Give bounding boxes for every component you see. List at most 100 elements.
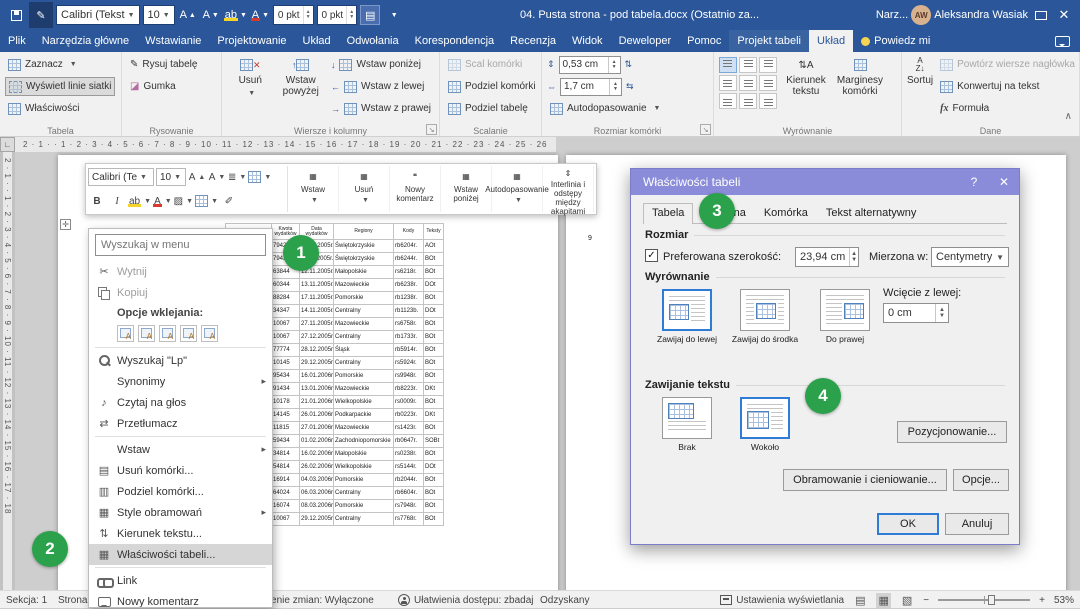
align-top-left-button[interactable] bbox=[719, 57, 737, 73]
shading-button[interactable]: ▨▼ bbox=[174, 192, 193, 210]
table-cell[interactable]: 16.02.2006r. bbox=[300, 448, 334, 461]
table-cell[interactable]: rs7948r. bbox=[394, 500, 424, 513]
dialog-close-button[interactable]: ✕ bbox=[989, 169, 1019, 195]
draw-table-button[interactable]: ✎Rysuj tabelę bbox=[127, 55, 200, 74]
table-cell[interactable]: 14145 bbox=[272, 409, 300, 422]
nowy-komentarz-button[interactable]: ❝Nowy komentarz bbox=[390, 166, 441, 212]
tab-widok[interactable]: Widok bbox=[564, 30, 611, 52]
select-button[interactable]: Zaznacz▼ bbox=[5, 55, 115, 74]
table-cell[interactable]: 16914 bbox=[272, 474, 300, 487]
table-cell[interactable]: 10067 bbox=[272, 318, 300, 331]
menu-item-wyszukaj-lp[interactable]: Wyszukaj "Lp" bbox=[89, 350, 272, 371]
table-cell[interactable]: 16074 bbox=[272, 500, 300, 513]
distribute-columns-icon[interactable]: ⇆ bbox=[626, 81, 634, 92]
sort-button[interactable]: AZ↓Sortuj bbox=[907, 55, 933, 123]
distribute-rows-icon[interactable]: ⇅ bbox=[625, 59, 633, 70]
shrink-font-button[interactable]: A▼ bbox=[208, 168, 226, 186]
cancel-button[interactable]: Anuluj bbox=[945, 513, 1009, 535]
table-cell[interactable]: DOt bbox=[424, 461, 444, 474]
menu-item-link[interactable]: Link bbox=[89, 570, 272, 591]
recovered-indicator[interactable]: Odzyskany bbox=[540, 591, 589, 609]
tab-układ[interactable]: Układ bbox=[295, 30, 339, 52]
table-cell[interactable]: rs0238r. bbox=[394, 448, 424, 461]
spinner-arrows-icon[interactable]: ▲▼ bbox=[303, 6, 313, 24]
table-cell[interactable]: Świętokrzyskie bbox=[334, 253, 394, 266]
merge-cells-button[interactable]: Scal komórki bbox=[445, 55, 539, 74]
table-cell[interactable]: Małopolskie bbox=[334, 266, 394, 279]
table-cell[interactable]: rb8223r. bbox=[394, 383, 424, 396]
table-cell[interactable]: Zachodniopomorskie bbox=[334, 435, 394, 448]
table-cell[interactable]: 95434 bbox=[272, 370, 300, 383]
spinner-arrows-icon[interactable]: ▲▼ bbox=[849, 248, 858, 266]
tab-odwołania[interactable]: Odwołania bbox=[339, 30, 407, 52]
table-cell[interactable]: Centralny bbox=[334, 513, 394, 526]
table-cell[interactable]: BOt bbox=[424, 266, 444, 279]
tab-układ[interactable]: Układ bbox=[809, 30, 853, 52]
table-cell[interactable]: rs0009r. bbox=[394, 396, 424, 409]
table-cell[interactable]: 01.02.2006r. bbox=[300, 435, 334, 448]
column-width-spinner[interactable]: 1,7 cm▲▼ bbox=[560, 78, 622, 96]
tab-powiedz-mi[interactable]: Powiedz mi bbox=[853, 30, 938, 52]
text-direction-button[interactable]: ⇅AKierunek tekstu bbox=[781, 55, 831, 123]
table-cell[interactable]: BOt bbox=[424, 513, 444, 526]
table-cell[interactable]: Centralny bbox=[334, 305, 394, 318]
qat-more-button[interactable]: ▼ bbox=[383, 5, 403, 25]
table-cell[interactable]: 10178 bbox=[272, 396, 300, 409]
table-cell[interactable]: rs6218r. bbox=[394, 266, 424, 279]
spinner-arrows-icon[interactable]: ▲▼ bbox=[935, 304, 948, 322]
grow-font-button[interactable]: A▲ bbox=[178, 5, 198, 25]
table-cell[interactable]: Mazowieckie bbox=[334, 318, 394, 331]
mini-font-size-select[interactable]: 10▼ bbox=[156, 168, 186, 186]
autofit-button[interactable]: Autodopasowanie▼ bbox=[547, 99, 663, 118]
ribbon-display-options-button[interactable] bbox=[1031, 5, 1051, 25]
split-cells-button[interactable]: Podziel komórki bbox=[445, 77, 539, 96]
zoom-slider[interactable] bbox=[938, 599, 1030, 601]
eraser-button[interactable]: ◪Gumka bbox=[127, 77, 200, 96]
table-cell[interactable]: rb5914r. bbox=[394, 344, 424, 357]
close-window-button[interactable]: ✕ bbox=[1054, 5, 1074, 25]
read-mode-icon[interactable]: ▤ bbox=[853, 593, 867, 608]
avatar[interactable]: AW bbox=[911, 5, 931, 25]
preferred-width-spinner[interactable]: 23,94 cm▲▼ bbox=[795, 247, 859, 267]
table-cell[interactable]: BOt bbox=[424, 253, 444, 266]
align-option-zawijaj-do-lewej[interactable]: Zawijaj do lewej bbox=[649, 289, 725, 344]
collapse-ribbon-icon[interactable]: ∧ bbox=[1065, 111, 1072, 122]
table-cell[interactable]: Wielkopolskie bbox=[334, 396, 394, 409]
dialog-title-bar[interactable]: Właściwości tabeli ? ✕ bbox=[631, 169, 1019, 195]
pen-tool-button[interactable]: ✎ bbox=[29, 2, 53, 28]
table-cell[interactable]: rb2044r. bbox=[394, 474, 424, 487]
insert-below-button[interactable]: ↓Wstaw poniżej bbox=[328, 55, 434, 74]
table-cell[interactable]: 11815 bbox=[272, 422, 300, 435]
table-cell[interactable]: Świętokrzyskie bbox=[334, 240, 394, 253]
table-cell[interactable]: AOt bbox=[424, 240, 444, 253]
table-cell[interactable]: BOt bbox=[424, 318, 444, 331]
table-cell[interactable]: 04.03.2006r. bbox=[300, 474, 334, 487]
align-bottom-right-button[interactable] bbox=[759, 93, 777, 109]
table-cell[interactable]: 13.01.2006r. bbox=[300, 383, 334, 396]
table-cell[interactable]: BOt bbox=[424, 500, 444, 513]
dialog-tab-tabela[interactable]: Tabela bbox=[643, 203, 693, 224]
table-cell[interactable]: rb1733r. bbox=[394, 331, 424, 344]
wrap-option-brak[interactable]: Brak bbox=[649, 397, 725, 452]
align-center-left-button[interactable] bbox=[719, 75, 737, 91]
table-cell[interactable]: Podkarpackie bbox=[334, 409, 394, 422]
grow-font-button[interactable]: A▲ bbox=[188, 168, 206, 186]
tab-recenzja[interactable]: Recenzja bbox=[502, 30, 564, 52]
table-cell[interactable]: Centralny bbox=[334, 487, 394, 500]
table-cell[interactable]: BOt bbox=[424, 357, 444, 370]
tab-projektowanie[interactable]: Projektowanie bbox=[209, 30, 294, 52]
zoom-level[interactable]: 53% bbox=[1054, 595, 1074, 606]
bold-button[interactable]: B bbox=[88, 192, 106, 210]
table-cell[interactable]: rb0647r. bbox=[394, 435, 424, 448]
table-cell[interactable]: rb1123b. bbox=[394, 305, 424, 318]
menu-search-box[interactable] bbox=[95, 234, 266, 256]
table-cell[interactable]: BOt bbox=[424, 422, 444, 435]
qat-font-name-select[interactable]: Calibri (Tekst▼ bbox=[56, 5, 140, 25]
borders-and-shading-button[interactable]: Obramowanie i cieniowanie... bbox=[783, 469, 947, 491]
table-cell[interactable]: DKt bbox=[424, 409, 444, 422]
table-cell[interactable]: 08.03.2006r. bbox=[300, 500, 334, 513]
web-layout-icon[interactable]: ▧ bbox=[900, 593, 914, 608]
menu-item-podziel-komórki[interactable]: ▥Podziel komórki... bbox=[89, 481, 272, 502]
table-cell[interactable]: 54814 bbox=[272, 461, 300, 474]
wrap-option-wokoło[interactable]: Wokoło bbox=[727, 397, 803, 452]
